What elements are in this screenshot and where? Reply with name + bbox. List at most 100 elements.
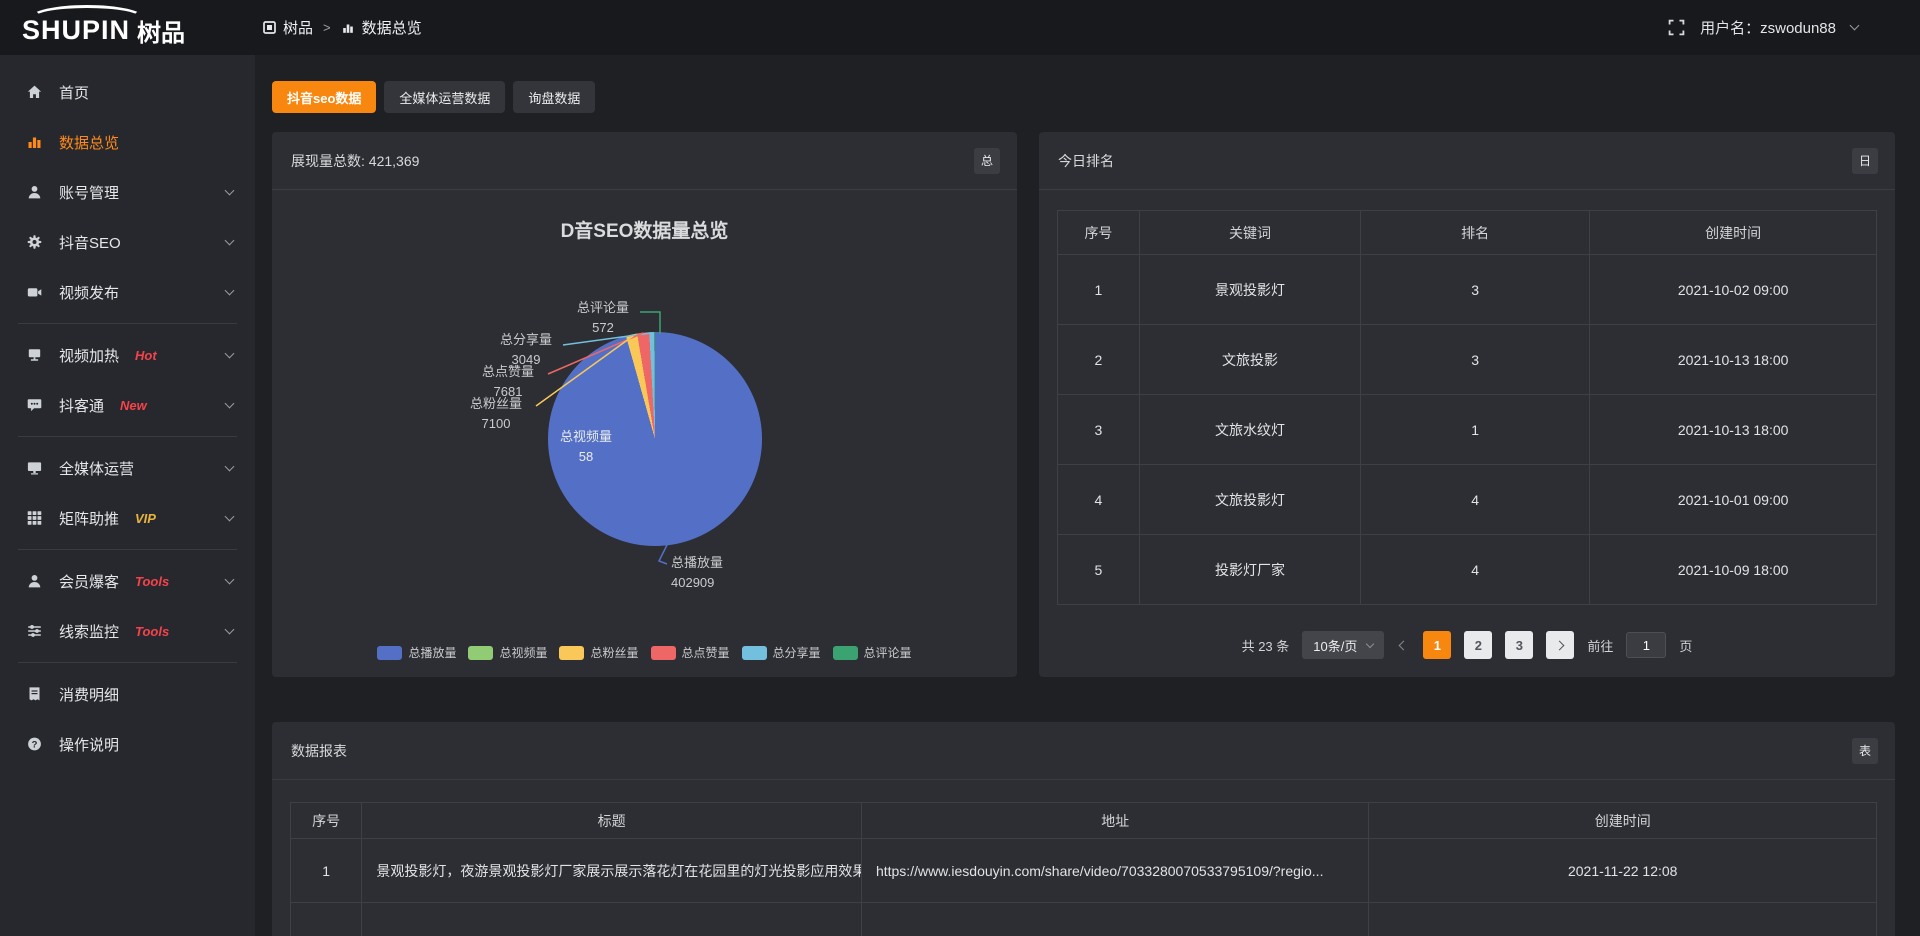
table-row: 5 投影灯厂家 4 2021-10-09 18:00 (1058, 535, 1877, 605)
sidebar-item-label: 矩阵助推 (59, 508, 119, 529)
page-size-select[interactable]: 10条/页 (1302, 631, 1384, 659)
report-title: 数据报表 (291, 741, 347, 761)
chevron-down-icon (225, 236, 235, 246)
legend-item-comments[interactable]: 总评论量 (833, 644, 912, 661)
sidebar-item-video-publish[interactable]: 视频发布 (0, 267, 255, 317)
sidebar-item-label: 抖客通 (59, 395, 104, 416)
legend-item-plays[interactable]: 总播放量 (377, 644, 456, 661)
user-icon (26, 184, 44, 201)
page-button-3[interactable]: 3 (1505, 631, 1533, 659)
chevron-right-icon (1554, 640, 1564, 650)
col-url: 地址 (861, 803, 1369, 839)
table-row: 3 文旅水纹灯 1 2021-10-13 18:00 (1058, 395, 1877, 465)
video-link[interactable]: https://www.iesdouyin.com/share/video/70… (861, 839, 1369, 903)
sidebar-item-doukotong[interactable]: 抖客通 New (0, 380, 255, 430)
sliders-icon (26, 623, 44, 640)
tab-douyin-seo-data[interactable]: 抖音seo数据 (272, 81, 376, 113)
legend-swatch (651, 646, 676, 660)
table-view-button[interactable]: 表 (1852, 738, 1878, 764)
legend-item-videos[interactable]: 总视频量 (468, 644, 547, 661)
pagination-total: 共 23 条 (1242, 636, 1290, 655)
legend-swatch (559, 646, 584, 660)
chevron-down-icon (225, 349, 235, 359)
fullscreen-icon[interactable] (1668, 19, 1685, 36)
sidebar-item-data-overview[interactable]: 数据总览 (0, 117, 255, 167)
goto-unit: 页 (1679, 636, 1692, 655)
pie-chart-area: D音SEO数据量总览 总评论量572 总分享量3049 总点赞量7681 (272, 190, 1017, 676)
sidebar-item-consume-detail[interactable]: 消费明细 (0, 669, 255, 719)
col-index: 序号 (291, 803, 362, 839)
username[interactable]: 用户名：zswodun88 (1700, 17, 1836, 38)
impressions-total-label: 展现量总数: 421,369 (291, 151, 419, 171)
breadcrumb-separator: > (323, 20, 331, 35)
chevron-down-icon (225, 512, 235, 522)
col-index: 序号 (1058, 211, 1140, 255)
legend-item-likes[interactable]: 总点赞量 (651, 644, 730, 661)
sidebar-item-member-blast[interactable]: 会员爆客 Tools (0, 556, 255, 606)
sidebar-item-lead-monitor[interactable]: 线索监控 Tools (0, 606, 255, 656)
new-tag: New (120, 398, 147, 413)
pie-label-fans: 总粉丝量7100 (458, 394, 534, 433)
ranking-panel-header: 今日排名 日 (1039, 132, 1895, 190)
next-page-button[interactable] (1546, 631, 1574, 659)
tab-bar: 抖音seo数据 全媒体运营数据 询盘数据 (272, 81, 1895, 113)
question-icon: ? (26, 736, 44, 753)
table-row: 2 文旅投影 3 2021-10-13 18:00 (1058, 325, 1877, 395)
chevron-down-icon (225, 186, 235, 196)
prev-page-button[interactable] (1397, 642, 1410, 649)
page-button-2[interactable]: 2 (1464, 631, 1492, 659)
page-button-1[interactable]: 1 (1423, 631, 1451, 659)
video-camera-icon (26, 284, 44, 301)
sidebar-divider (18, 436, 237, 437)
app-square-icon (263, 21, 276, 34)
sidebar-item-label: 全媒体运营 (59, 458, 134, 479)
chevron-down-icon (225, 575, 235, 585)
logo-text-cn: 树品 (137, 13, 185, 48)
table-row: 1 景观投影灯，夜游景观投影灯厂家展示展示落花灯在花园里的灯光投影应用效果 # … (291, 839, 1877, 903)
sidebar-divider (18, 662, 237, 663)
data-report-panel: 数据报表 表 序号 标题 地址 创建时间 1 景观投影灯，夜游景观投影灯厂家展示… (272, 722, 1895, 936)
legend-item-fans[interactable]: 总粉丝量 (559, 644, 638, 661)
sidebar-item-help[interactable]: ? 操作说明 (0, 719, 255, 769)
goto-label: 前往 (1587, 636, 1613, 655)
sidebar-item-omni-media[interactable]: 全媒体运营 (0, 443, 255, 493)
breadcrumb-item-current: 数据总览 (362, 17, 422, 38)
logo-arc-icon (30, 5, 144, 18)
hot-tag: Hot (135, 348, 157, 363)
day-view-button[interactable]: 日 (1852, 148, 1878, 174)
chevron-down-icon (225, 286, 235, 296)
col-title: 标题 (362, 803, 862, 839)
logo[interactable]: SHUPIN 树品 (0, 0, 255, 55)
sidebar-item-matrix-boost[interactable]: 矩阵助推 VIP (0, 493, 255, 543)
grid-icon (26, 510, 44, 527)
tab-omni-media-data[interactable]: 全媒体运营数据 (384, 81, 505, 113)
today-ranking-panel: 今日排名 日 序号 关键词 排名 创建时间 1 景观投影灯 3 2021-10-… (1039, 132, 1895, 677)
col-created: 创建时间 (1369, 803, 1877, 839)
sidebar-item-label: 视频加热 (59, 345, 119, 366)
goto-page-input[interactable] (1626, 632, 1666, 658)
sidebar-item-label: 抖音SEO (59, 232, 121, 253)
seo-chart-panel: 展现量总数: 421,369 总 D音SEO数据量总览 总评论量572 总分 (272, 132, 1017, 677)
sidebar-item-home[interactable]: 首页 (0, 67, 255, 117)
sidebar-item-label: 操作说明 (59, 734, 119, 755)
sidebar-item-douyin-seo[interactable]: 抖音SEO (0, 217, 255, 267)
report-panel-header: 数据报表 表 (272, 722, 1895, 780)
table-row: 4 文旅投影灯 4 2021-10-01 09:00 (1058, 465, 1877, 535)
home-icon (26, 84, 44, 101)
gear-icon (26, 234, 44, 251)
sidebar-item-account[interactable]: 账号管理 (0, 167, 255, 217)
sidebar-item-label: 视频发布 (59, 282, 119, 303)
col-created: 创建时间 (1590, 211, 1877, 255)
sidebar-item-label: 数据总览 (59, 132, 119, 153)
ranking-title: 今日排名 (1058, 151, 1114, 171)
sidebar-item-video-heat[interactable]: 视频加热 Hot (0, 330, 255, 380)
chevron-down-icon (1366, 640, 1374, 648)
screen-icon (26, 347, 44, 364)
total-view-button[interactable]: 总 (974, 148, 1000, 174)
chevron-down-icon (225, 462, 235, 472)
chevron-left-icon (1399, 640, 1409, 650)
tab-inquiry-data[interactable]: 询盘数据 (513, 81, 595, 113)
breadcrumb-item-root[interactable]: 树品 (283, 17, 313, 38)
legend-item-shares[interactable]: 总分享量 (742, 644, 821, 661)
bar-chart-icon (26, 134, 44, 151)
